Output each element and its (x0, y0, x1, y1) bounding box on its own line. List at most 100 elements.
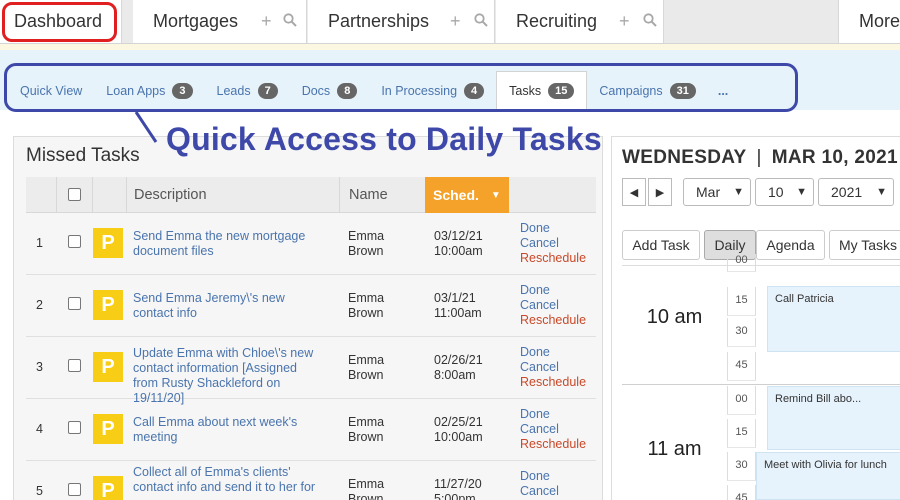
reschedule-link[interactable]: Reschedule (520, 313, 586, 328)
header-sched[interactable]: Sched. ▼ (425, 177, 509, 213)
done-link[interactable]: Done (520, 407, 586, 422)
callout-annotation: Quick Access to Daily Tasks (166, 121, 602, 157)
quarter-label: 30 (727, 452, 756, 481)
calendar-weekday: WEDNESDAY (622, 147, 747, 168)
calendar-title: WEDNESDAY | MAR 10, 2021 (622, 147, 898, 169)
task-contact-name: Emma Brown (348, 291, 385, 320)
reschedule-link[interactable]: Reschedule (520, 251, 586, 266)
row-checkbox[interactable] (68, 421, 81, 434)
cancel-link[interactable]: Cancel (520, 236, 586, 251)
hour-label: 11 am (647, 438, 702, 460)
row-checkbox[interactable] (68, 359, 81, 372)
table-row: 1 P Send Emma the new mortgage document … (26, 213, 596, 275)
callout-pointer (134, 111, 158, 143)
task-contact-name: Emma Brown (348, 353, 385, 382)
missed-tasks-title: Missed Tasks (26, 145, 140, 166)
row-number: 5 (36, 484, 43, 498)
plus-icon[interactable]: + (261, 11, 272, 31)
task-description-link[interactable]: Send Emma the new mortgage document file… (133, 229, 319, 259)
quarter-label: 00 (727, 254, 756, 272)
missed-tasks-panel: Missed Tasks Description Name Sched. ▼ 1… (13, 136, 603, 500)
calendar-event[interactable]: Meet with Olivia for lunch (756, 452, 900, 500)
priority-badge: P (93, 352, 123, 382)
agenda-view-button[interactable]: Agenda (756, 230, 825, 260)
cancel-link[interactable]: Cancel (520, 422, 586, 437)
row-checkbox[interactable] (68, 297, 81, 310)
done-link[interactable]: Done (520, 221, 586, 236)
done-link[interactable]: Done (520, 345, 586, 360)
row-number: 1 (36, 236, 43, 250)
task-description-link[interactable]: Send Emma Jeremy\'s new contact info (133, 291, 319, 321)
search-icon[interactable] (283, 11, 297, 31)
header-sched-label: Sched. (433, 187, 479, 203)
quarter-label: 15 (727, 419, 756, 448)
table-row: 4 P Call Emma about next week's meeting … (26, 399, 596, 461)
search-icon[interactable] (474, 11, 488, 31)
task-scheduled-time: 11/27/20 5:00pm (434, 477, 482, 500)
sort-down-icon: ▼ (490, 189, 501, 201)
select-all-checkbox[interactable] (68, 188, 81, 201)
cancel-link[interactable]: Cancel (520, 360, 586, 375)
tab-more-label: More (859, 11, 900, 31)
day-select[interactable]: 10 ▼ (755, 178, 814, 206)
prev-day-button[interactable]: ◀ (622, 178, 646, 206)
tab-more[interactable]: More (838, 0, 900, 43)
reschedule-link[interactable]: Reschedule (520, 437, 586, 452)
tab-mortgages[interactable]: Mortgages + (133, 0, 307, 43)
table-row: 5 P Collect all of Emma's clients' conta… (26, 461, 596, 500)
day-value: 10 (768, 184, 784, 200)
cancel-link[interactable]: Cancel (520, 298, 586, 313)
plus-icon[interactable]: + (450, 11, 461, 31)
task-description-link[interactable]: Update Emma with Chloe\'s new contact in… (133, 346, 319, 406)
title-separator: | (756, 147, 762, 168)
month-select[interactable]: Mar ▼ (683, 178, 751, 206)
add-task-button[interactable]: Add Task (622, 230, 700, 260)
calendar-event[interactable]: Remind Bill abo... (767, 386, 900, 450)
chevron-down-icon: ▼ (876, 186, 887, 198)
priority-badge: P (93, 414, 123, 444)
row-checkbox[interactable] (68, 235, 81, 248)
task-scheduled-time: 02/25/21 10:00am (434, 415, 483, 444)
next-day-button[interactable]: ▶ (648, 178, 672, 206)
chevron-right-icon: ▶ (655, 186, 665, 199)
month-value: Mar (696, 184, 721, 200)
task-contact-name: Emma Brown (348, 477, 385, 500)
chevron-down-icon: ▼ (733, 186, 744, 198)
header-description[interactable]: Description (134, 187, 207, 203)
task-actions: Done Cancel (520, 469, 559, 499)
task-description-link[interactable]: Collect all of Emma's clients' contact i… (133, 465, 319, 495)
calendar-date: MAR 10, 2021 (771, 147, 898, 168)
tab-partnerships[interactable]: Partnerships + (308, 0, 495, 43)
table-row: 2 P Send Emma Jeremy\'s new contact info… (26, 275, 596, 337)
hour-divider (622, 384, 900, 385)
year-select[interactable]: 2021 ▼ (818, 178, 894, 206)
row-checkbox[interactable] (68, 483, 81, 496)
my-tasks-button[interactable]: My Tasks (829, 230, 900, 260)
done-link[interactable]: Done (520, 469, 559, 484)
day-grid: 10 am 11 am 00 15 30 45 00 15 30 45 Call… (622, 254, 900, 500)
search-icon[interactable] (643, 11, 657, 31)
cancel-link[interactable]: Cancel (520, 484, 559, 499)
task-scheduled-time: 03/1/21 11:00am (434, 291, 482, 320)
quarter-label: 15 (727, 287, 756, 316)
reschedule-link[interactable]: Reschedule (520, 375, 586, 390)
task-description-link[interactable]: Call Emma about next week's meeting (133, 415, 319, 445)
tab-recruiting[interactable]: Recruiting + (496, 0, 664, 43)
task-scheduled-time: 02/26/21 8:00am (434, 353, 483, 382)
calendar-event[interactable]: Call Patricia (767, 286, 900, 352)
done-link[interactable]: Done (520, 283, 586, 298)
table-row: 3 P Update Emma with Chloe\'s new contac… (26, 337, 596, 405)
quarter-label: 45 (727, 485, 756, 500)
task-actions: Done Cancel Reschedule (520, 283, 586, 328)
quarter-label: 00 (727, 386, 756, 415)
task-actions: Done Cancel Reschedule (520, 221, 586, 266)
plus-icon[interactable]: + (619, 11, 630, 31)
quarter-label: 30 (727, 318, 756, 347)
missed-tasks-table: Description Name Sched. ▼ 1 P Send Emma … (26, 177, 596, 500)
row-number: 2 (36, 298, 43, 312)
tab-recruiting-label: Recruiting (516, 11, 598, 31)
tab-partnerships-label: Partnerships (328, 11, 430, 31)
task-contact-name: Emma Brown (348, 415, 385, 444)
subnav-highlight-ring (4, 63, 798, 112)
header-name[interactable]: Name (349, 187, 388, 203)
